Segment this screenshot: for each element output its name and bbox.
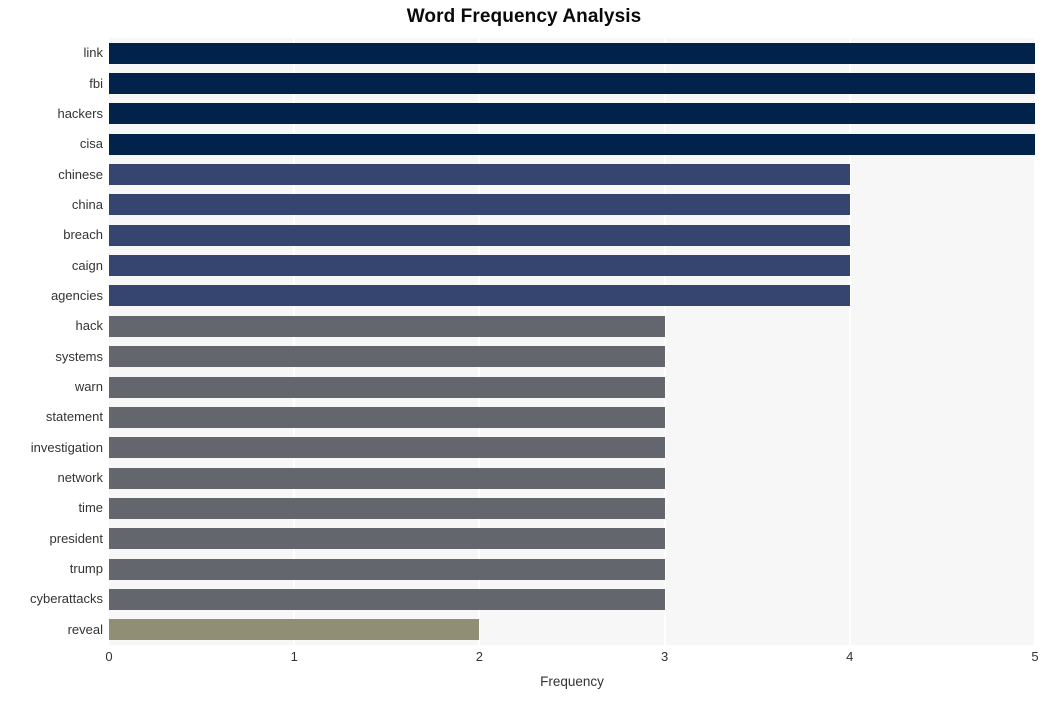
x-axis: 0 1 2 3 4 5 [105, 645, 1039, 671]
bar-breach[interactable] [109, 224, 850, 246]
y-tick-label-warn: warn [74, 379, 103, 395]
y-tick-label-hackers: hackers [57, 105, 103, 121]
x-tick-label-3: 3 [660, 649, 669, 664]
bar-fbi[interactable] [109, 73, 1035, 95]
bar-agencies[interactable] [109, 285, 850, 307]
bar-cisa[interactable] [109, 133, 1035, 155]
bar-hack[interactable] [109, 315, 665, 337]
bar-reveal[interactable] [109, 619, 480, 641]
x-tick-label-0: 0 [105, 649, 113, 664]
x-tick-label-5: 5 [1031, 649, 1039, 664]
y-tick-label-president: president [49, 530, 103, 546]
y-tick-label-network: network [57, 470, 103, 486]
y-axis: link fbi hackers cisa chinese china breach caig… [0, 38, 103, 645]
bars-layer [109, 38, 1035, 645]
x-tick-label-2: 2 [475, 649, 484, 664]
y-tick-label-statement: statement [45, 409, 103, 425]
y-tick-label-systems: systems [55, 348, 103, 364]
bar-china[interactable] [109, 194, 850, 216]
bar-trump[interactable] [109, 558, 665, 580]
bar-president[interactable] [109, 528, 665, 550]
bar-statement[interactable] [109, 406, 665, 428]
bar-investigation[interactable] [109, 437, 665, 459]
x-axis-title: Frequency [540, 674, 604, 689]
bar-cyberattacks[interactable] [109, 588, 665, 610]
y-tick-label-breach: breach [63, 227, 103, 243]
chart-title: Word Frequency Analysis [406, 6, 642, 27]
y-tick-label-time: time [78, 500, 103, 516]
x-tick-label-4: 4 [846, 649, 854, 664]
y-tick-label-chinese: chinese [58, 166, 103, 182]
bar-link[interactable] [109, 42, 1035, 64]
word-frequency-chart: Word Frequency Analysis link fbi hackers ci… [0, 0, 1048, 701]
y-tick-label-caign: caign [71, 257, 103, 273]
y-tick-label-cyberattacks: cyberattacks [30, 591, 103, 607]
y-tick-label-link: link [83, 45, 103, 61]
bar-network[interactable] [109, 467, 665, 489]
y-tick-label-investigation: investigation [30, 439, 103, 455]
y-tick-label-fbi: fbi [89, 75, 103, 91]
y-tick-label-trump: trump [69, 561, 103, 577]
y-tick-label-hack: hack [75, 318, 103, 334]
y-tick-label-agencies: agencies [50, 287, 103, 303]
bar-systems[interactable] [109, 346, 665, 368]
y-tick-label-china: china [71, 196, 103, 212]
x-tick-label-1: 1 [290, 649, 298, 664]
bar-warn[interactable] [109, 376, 665, 398]
y-tick-label-reveal: reveal [67, 621, 103, 637]
y-tick-label-cisa: cisa [79, 136, 103, 152]
bar-hackers[interactable] [109, 103, 1035, 125]
bar-chinese[interactable] [109, 164, 850, 186]
plot-area [109, 38, 1036, 645]
bar-time[interactable] [109, 497, 665, 519]
bar-caign[interactable] [109, 255, 850, 277]
